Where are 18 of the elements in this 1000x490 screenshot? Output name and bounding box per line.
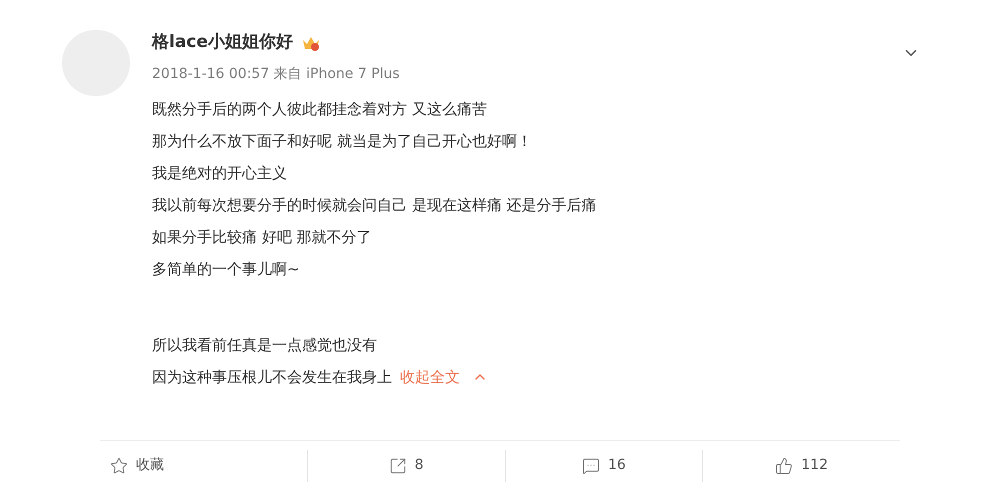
post-text-line: 多简单的一个事儿啊~ [152, 258, 300, 280]
author-name[interactable]: 格lace小姐姐你好 [152, 30, 293, 56]
post-text-line: 那为什么不放下面子和好呢 就当是为了自己开心也好啊！ [152, 130, 532, 152]
star-icon [110, 456, 128, 474]
post-text-line: 如果分手比较痛 好吧 那就不分了 [152, 226, 372, 248]
action-button[interactable]: 收藏 [110, 455, 164, 476]
post-meta: 2018-1-16 00:57 来自 iPhone 7 Plus [152, 65, 401, 84]
post-text-line: 因为这种事压根儿不会发生在我身上 [152, 366, 392, 388]
comment-icon [582, 456, 600, 474]
thumbs-up-icon [775, 456, 794, 474]
action-button[interactable]: 112 [775, 455, 828, 476]
post-text-line: 既然分手后的两个人彼此都挂念着对方 又这么痛苦 [152, 98, 487, 120]
action-button[interactable]: 16 [582, 455, 626, 476]
post-text-line: 我是绝对的开心主义 [152, 162, 287, 184]
action-button[interactable]: 8 [388, 455, 424, 476]
post-text-line: 所以我看前任真是一点感觉也没有 [152, 334, 377, 356]
share-icon [388, 456, 407, 474]
post-text-line: 我以前每次想要分手的时候就会问自己 是现在这样痛 还是分手后痛 [152, 194, 597, 216]
